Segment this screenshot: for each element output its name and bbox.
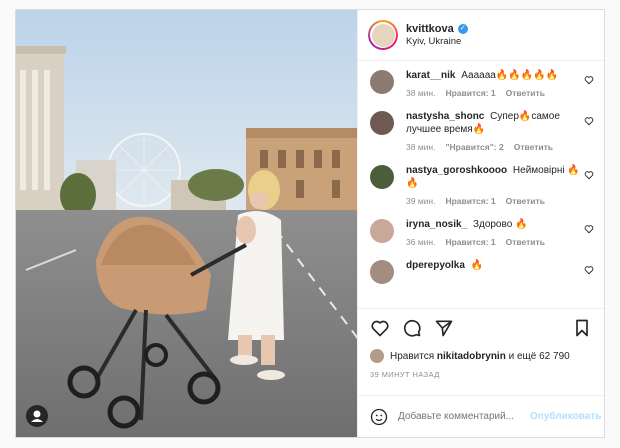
post-sidebar: kvittkova ✓ Kyiv, Ukraine karat__nik Ааа… [358,10,604,437]
comment-meta: 38 мин. "Нравится": 2 Ответить [406,142,580,152]
comment-time[interactable]: 38 мин. [406,142,435,152]
comment-time[interactable]: 39 мин. [406,196,435,206]
liker-avatar[interactable] [370,349,384,363]
comment-heart-icon[interactable] [584,265,594,275]
likes-prefix: Нравится [390,350,435,362]
bookmark-icon[interactable] [572,318,592,338]
liker-username[interactable]: nikitadobrynin [437,351,506,362]
comment-item: karat__nik Аааааа🔥🔥🔥🔥🔥 38 мин. Нравится:… [370,69,594,98]
author-username[interactable]: kvittkova [406,23,454,35]
comment-item: nastysha_shonc Супер🔥самое лучшее время🔥… [370,110,594,152]
comment-input[interactable] [398,411,530,422]
comment-likes[interactable]: "Нравится": 2 [445,142,503,152]
reply-button[interactable]: Ответить [514,142,553,152]
commenter-username[interactable]: nastya_goroshkoooo [406,165,507,176]
verified-icon: ✓ [457,24,468,34]
comments-list[interactable]: karat__nik Аааааа🔥🔥🔥🔥🔥 38 мин. Нравится:… [358,61,604,308]
commenter-username[interactable]: dperepyolka [406,260,465,271]
user-tag-icon[interactable] [26,405,48,427]
photo-illustration [16,10,357,437]
comment-text: 🔥 [470,260,484,271]
heart-icon[interactable] [370,318,390,338]
comment-item: iryna_nosik_ Здорово 🔥 36 мин. Нравится:… [370,218,594,247]
reply-button[interactable]: Ответить [506,196,545,206]
reply-button[interactable]: Ответить [506,88,545,98]
comment-time[interactable]: 36 мин. [406,237,435,247]
comment-text: Здорово 🔥 [472,219,528,230]
post-actions: Нравится nikitadobrynin и ещё 62 790 39 … [358,308,604,395]
comment-heart-icon[interactable] [584,224,594,234]
add-comment-bar: Опубликовать [358,395,604,437]
share-icon[interactable] [434,318,454,338]
comment-meta: 38 мин. Нравится: 1 Ответить [406,88,580,98]
commenter-username[interactable]: karat__nik [406,70,455,81]
emoji-icon[interactable] [370,408,388,426]
commenter-avatar[interactable] [370,219,394,243]
post-header: kvittkova ✓ Kyiv, Ukraine [358,10,604,61]
comment-icon[interactable] [402,318,422,338]
likes-summary: Нравится nikitadobrynin и ещё 62 790 [370,349,592,363]
reply-button[interactable]: Ответить [506,237,545,247]
comment-heart-icon[interactable] [584,75,594,85]
comment-likes[interactable]: Нравится: 1 [445,88,495,98]
post-card: kvittkova ✓ Kyiv, Ukraine karat__nik Ааа… [15,9,605,438]
commenter-avatar[interactable] [370,70,394,94]
publish-button[interactable]: Опубликовать [530,411,601,422]
comment-meta: 39 мин. Нравится: 1 Ответить [406,196,580,206]
comment-time[interactable]: 38 мин. [406,88,435,98]
comment-meta: 36 мин. Нравится: 1 Ответить [406,237,580,247]
comment-item: nastya_goroshkoooo Неймовірні 🔥🔥 39 мин.… [370,164,594,206]
comment-heart-icon[interactable] [584,116,594,126]
commenter-avatar[interactable] [370,260,394,284]
comment-likes[interactable]: Нравится: 1 [445,196,495,206]
comment-item: dperepyolka 🔥 [370,259,594,284]
commenter-username[interactable]: iryna_nosik_ [406,219,467,230]
post-location[interactable]: Kyiv, Ukraine [406,36,468,47]
comment-heart-icon[interactable] [584,170,594,180]
likes-count[interactable]: и ещё 62 790 [509,351,570,362]
action-icons [370,317,592,339]
comment-text: Аааааа🔥🔥🔥🔥🔥 [461,70,559,81]
post-timestamp[interactable]: 39 МИНУТ НАЗАД [370,370,592,379]
commenter-avatar[interactable] [370,165,394,189]
post-photo[interactable] [16,10,358,437]
commenter-username[interactable]: nastysha_shonc [406,111,484,122]
commenter-avatar[interactable] [370,111,394,135]
author-avatar[interactable] [368,20,398,50]
comment-likes[interactable]: Нравится: 1 [445,237,495,247]
